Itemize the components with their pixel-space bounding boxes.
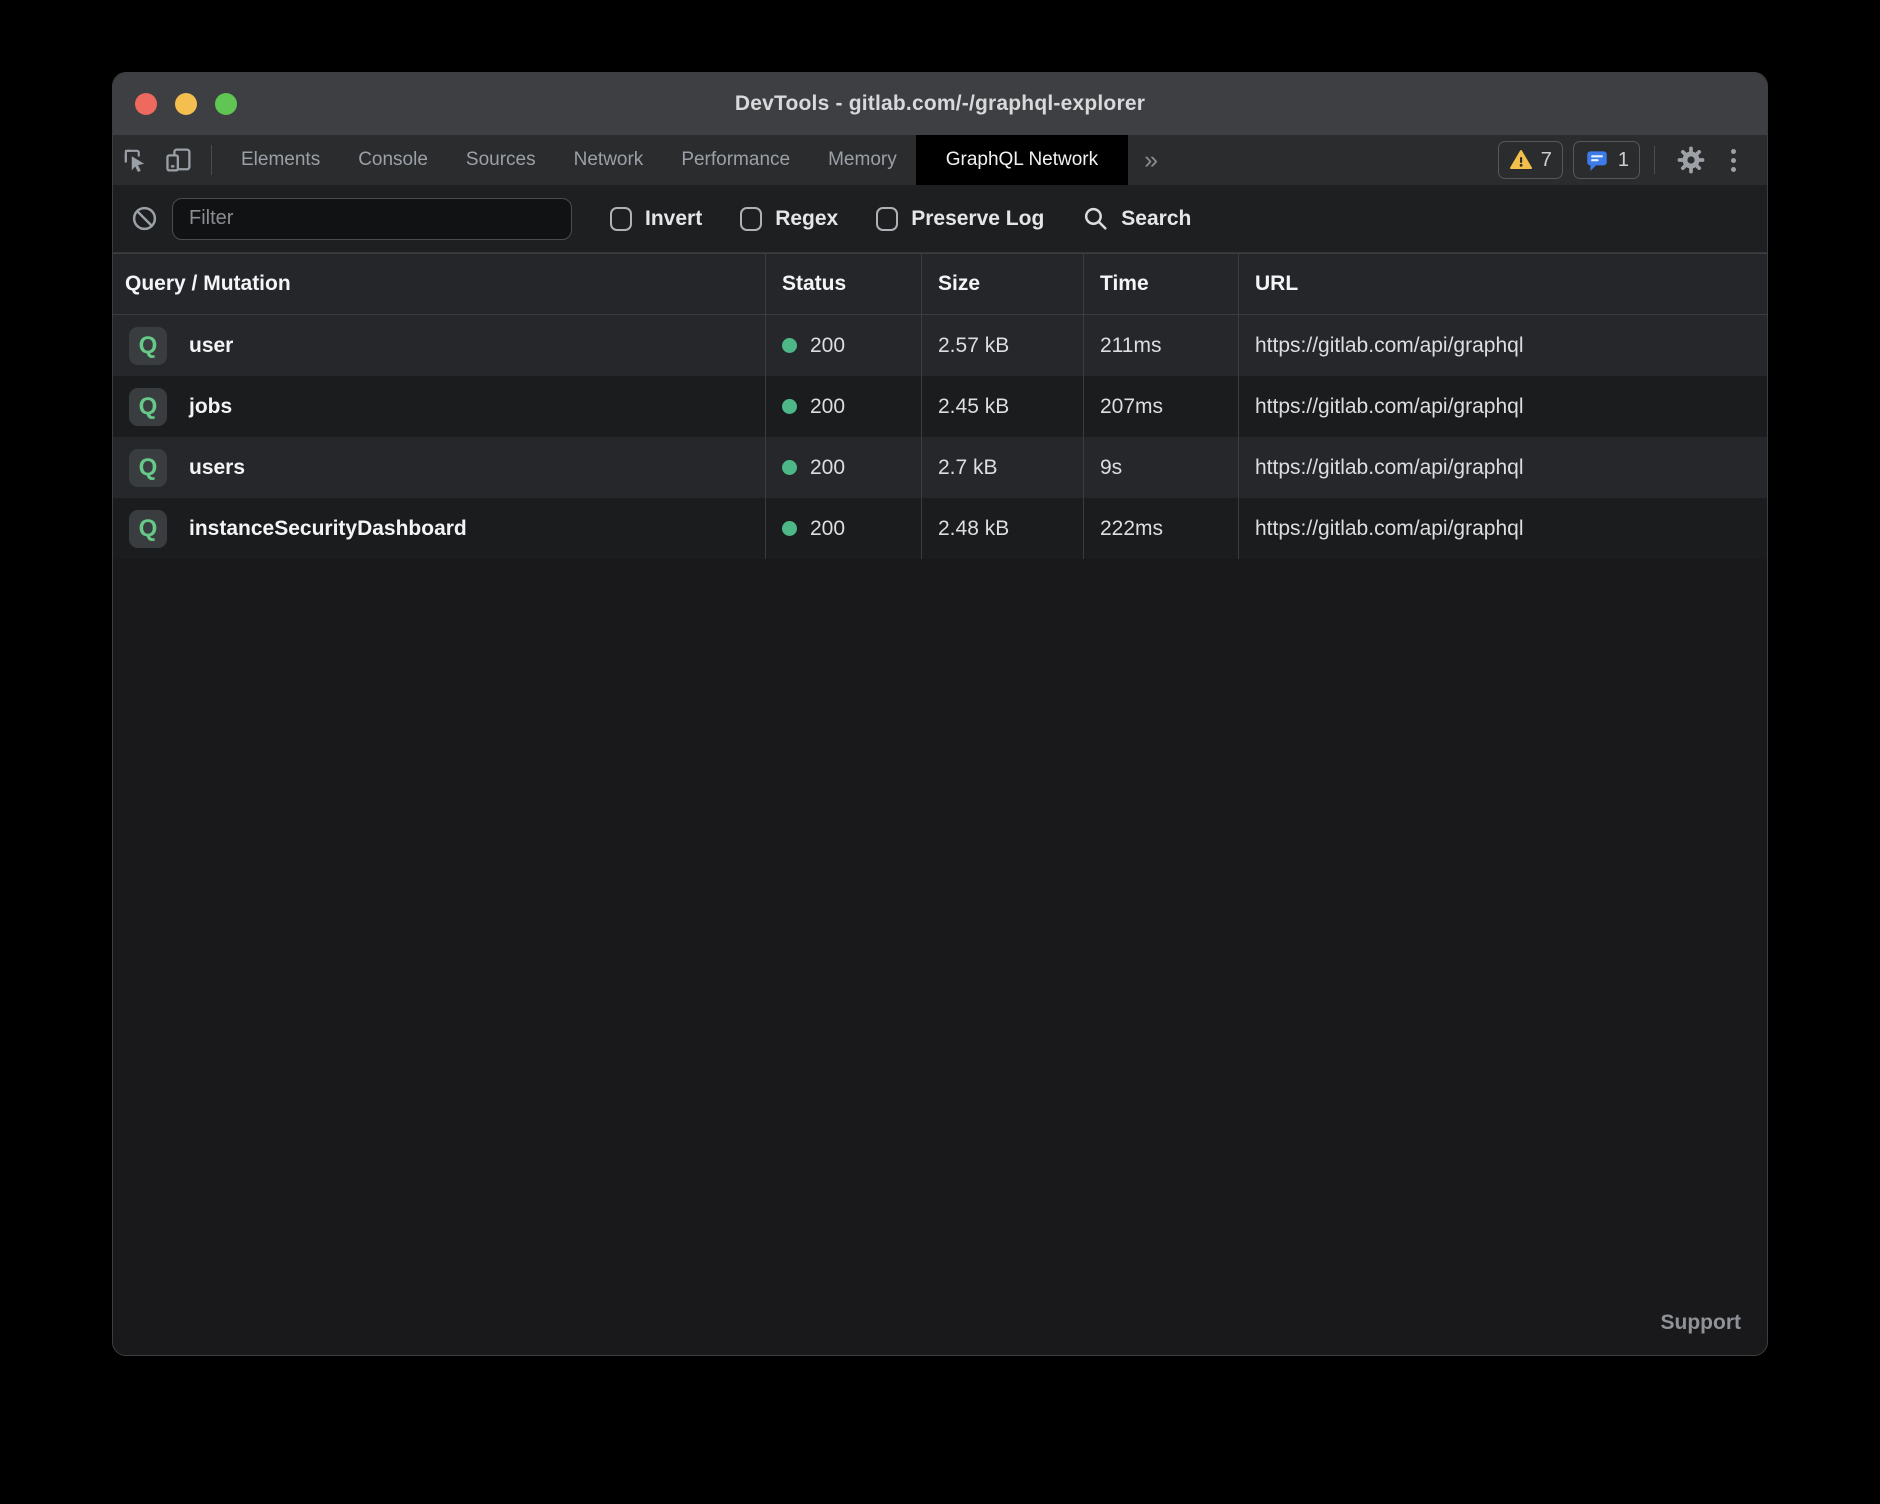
- request-url: https://gitlab.com/api/graphql: [1255, 334, 1524, 358]
- search-label: Search: [1121, 207, 1191, 231]
- column-header-status[interactable]: Status: [766, 254, 922, 314]
- query-name: user: [189, 334, 233, 358]
- response-size: 2.48 kB: [938, 517, 1009, 541]
- request-url: https://gitlab.com/api/graphql: [1255, 395, 1524, 419]
- query-name: users: [189, 456, 245, 480]
- minimize-window-button[interactable]: [175, 93, 197, 115]
- more-tabs-button[interactable]: »: [1128, 135, 1174, 185]
- response-size: 2.45 kB: [938, 395, 1009, 419]
- device-toolbar-icon: [164, 145, 194, 175]
- invert-checkbox-group[interactable]: Invert: [610, 207, 702, 231]
- inspect-element-button[interactable]: [113, 135, 157, 185]
- search-icon: [1082, 205, 1109, 232]
- toolbar-divider: [1654, 146, 1655, 174]
- tab-network[interactable]: Network: [555, 135, 663, 185]
- regex-checkbox[interactable]: [740, 207, 762, 231]
- invert-checkbox[interactable]: [610, 207, 632, 231]
- message-count: 1: [1618, 149, 1629, 172]
- search-control[interactable]: Search: [1082, 205, 1191, 232]
- status-ok-dot: [782, 338, 797, 353]
- table-row[interactable]: Q users 200 2.7 kB 9s https://gitlab.com…: [113, 437, 1767, 498]
- table-row[interactable]: Q jobs 200 2.45 kB 207ms https://gitlab.…: [113, 376, 1767, 437]
- title-bar: DevTools - gitlab.com/-/graphql-explorer: [113, 73, 1767, 135]
- status-ok-dot: [782, 399, 797, 414]
- status-code: 200: [810, 517, 845, 541]
- query-type-badge: Q: [129, 510, 167, 548]
- close-window-button[interactable]: [135, 93, 157, 115]
- query-name: jobs: [189, 395, 232, 419]
- query-type-badge: Q: [129, 449, 167, 487]
- chat-bubble-icon: [1584, 147, 1610, 173]
- request-url: https://gitlab.com/api/graphql: [1255, 517, 1524, 541]
- response-size: 2.57 kB: [938, 334, 1009, 358]
- response-time: 211ms: [1100, 334, 1161, 358]
- support-link[interactable]: Support: [1661, 1311, 1767, 1355]
- settings-gear-icon: [1675, 144, 1707, 176]
- response-time: 9s: [1100, 456, 1122, 480]
- response-time: 207ms: [1100, 395, 1163, 419]
- regex-checkbox-group[interactable]: Regex: [740, 207, 838, 231]
- status-code: 200: [810, 334, 845, 358]
- warning-triangle-icon: [1509, 148, 1533, 172]
- query-type-badge: Q: [129, 388, 167, 426]
- status-code: 200: [810, 395, 845, 419]
- tab-console[interactable]: Console: [339, 135, 447, 185]
- table-header: Query / Mutation Status Size Time URL: [113, 253, 1767, 315]
- response-time: 222ms: [1100, 517, 1163, 541]
- query-name: instanceSecurityDashboard: [189, 517, 467, 541]
- tab-performance[interactable]: Performance: [662, 135, 809, 185]
- toggle-device-toolbar-button[interactable]: [157, 135, 201, 185]
- settings-button[interactable]: [1669, 144, 1713, 176]
- column-header-time[interactable]: Time: [1084, 254, 1239, 314]
- query-type-badge: Q: [129, 327, 167, 365]
- filter-toolbar: Invert Regex Preserve Log Search: [113, 185, 1767, 253]
- tab-memory[interactable]: Memory: [809, 135, 916, 185]
- filter-input[interactable]: [172, 198, 572, 240]
- tabbar-right-controls: 7 1: [1488, 135, 1767, 185]
- tab-sources[interactable]: Sources: [447, 135, 555, 185]
- messages-button[interactable]: 1: [1573, 141, 1640, 179]
- preserve-log-checkbox[interactable]: [876, 207, 898, 231]
- request-url: https://gitlab.com/api/graphql: [1255, 456, 1524, 480]
- status-code: 200: [810, 456, 845, 480]
- column-header-query-mutation[interactable]: Query / Mutation: [113, 254, 766, 314]
- tab-graphql-network[interactable]: GraphQL Network: [916, 135, 1128, 185]
- table-row[interactable]: Q user 200 2.57 kB 211ms https://gitlab.…: [113, 315, 1767, 376]
- zoom-window-button[interactable]: [215, 93, 237, 115]
- tab-elements[interactable]: Elements: [222, 135, 339, 185]
- empty-results-area: Support: [113, 559, 1767, 1355]
- preserve-log-label: Preserve Log: [911, 207, 1044, 231]
- window-title: DevTools - gitlab.com/-/graphql-explorer: [735, 92, 1145, 116]
- response-size: 2.7 kB: [938, 456, 998, 480]
- traffic-lights: [135, 73, 237, 135]
- status-ok-dot: [782, 460, 797, 475]
- column-header-url[interactable]: URL: [1239, 254, 1767, 314]
- devtools-window: DevTools - gitlab.com/-/graphql-explorer: [112, 72, 1768, 1356]
- more-options-button[interactable]: [1713, 149, 1753, 172]
- invert-label: Invert: [645, 207, 702, 231]
- warning-count: 7: [1541, 149, 1552, 172]
- devtools-tab-bar: Elements Console Sources Network Perform…: [113, 135, 1767, 185]
- clear-block-icon[interactable]: [131, 205, 158, 232]
- table-row[interactable]: Q instanceSecurityDashboard 200 2.48 kB …: [113, 498, 1767, 559]
- column-header-size[interactable]: Size: [922, 254, 1084, 314]
- status-ok-dot: [782, 521, 797, 536]
- warnings-button[interactable]: 7: [1498, 141, 1563, 179]
- regex-label: Regex: [775, 207, 838, 231]
- inspect-element-icon: [121, 146, 149, 174]
- more-menu-icon: [1731, 149, 1736, 154]
- preserve-log-checkbox-group[interactable]: Preserve Log: [876, 207, 1044, 231]
- toolbar-divider: [211, 145, 212, 175]
